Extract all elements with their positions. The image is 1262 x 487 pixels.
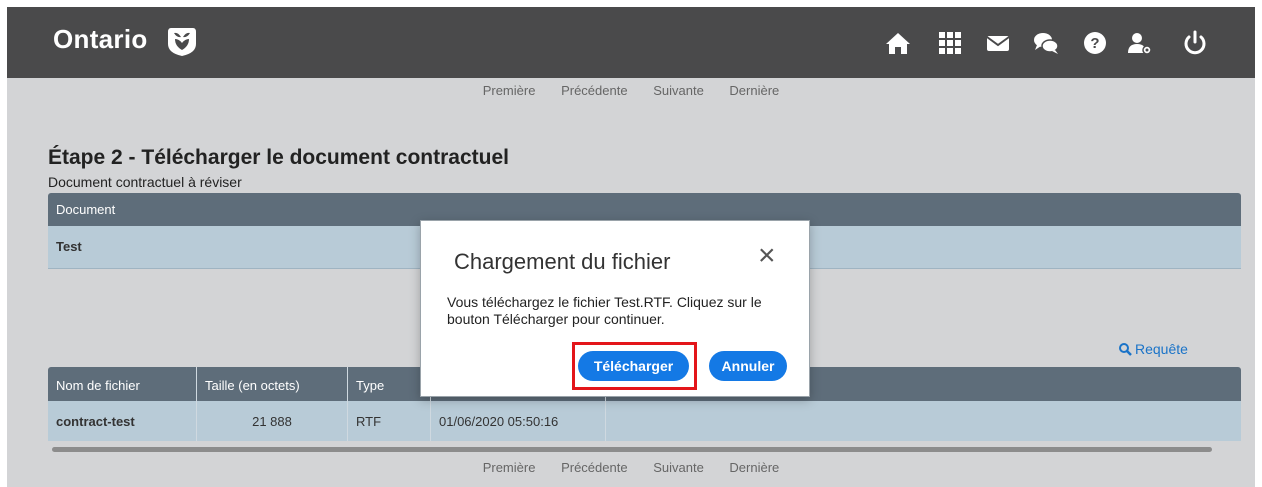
pager-first[interactable]: Première <box>483 83 536 98</box>
upload-button[interactable]: Télécharger <box>578 351 689 381</box>
apps-grid-icon[interactable] <box>936 29 964 57</box>
mail-icon[interactable] <box>984 29 1012 57</box>
upload-dialog: Chargement du fichier × Vous téléchargez… <box>420 220 810 397</box>
query-link[interactable]: Requête <box>1119 341 1188 357</box>
pager-first[interactable]: Première <box>483 460 536 475</box>
cancel-button[interactable]: Annuler <box>709 351 787 381</box>
page-title: Étape 2 - Télécharger le document contra… <box>48 146 509 169</box>
pager-last[interactable]: Dernière <box>729 83 779 98</box>
pager-previous[interactable]: Précédente <box>561 460 628 475</box>
pager-last[interactable]: Dernière <box>729 460 779 475</box>
power-icon[interactable] <box>1181 29 1209 57</box>
file-size: 21 888 <box>197 401 348 441</box>
file-name: contract-test <box>48 401 197 441</box>
pager-previous[interactable]: Précédente <box>561 83 628 98</box>
close-icon[interactable]: × <box>758 241 776 271</box>
pager-next[interactable]: Suivante <box>653 460 704 475</box>
dialog-message: Vous téléchargez le fichier Test.RTF. Cl… <box>447 294 762 327</box>
chat-icon[interactable] <box>1032 29 1060 57</box>
user-settings-icon[interactable] <box>1126 29 1154 57</box>
help-icon[interactable]: ? <box>1081 29 1109 57</box>
pager-top: Première Précédente Suivante Dernière <box>7 83 1255 98</box>
file-date: 01/06/2020 05:50:16 <box>431 401 606 441</box>
trillium-logo-icon <box>168 28 196 56</box>
top-bar: Ontario ? <box>7 7 1255 78</box>
page-subtitle: Document contractuel à réviser <box>48 174 242 190</box>
column-header-size[interactable]: Taille (en octets) <box>197 367 348 401</box>
search-icon <box>1119 343 1132 356</box>
pager-next[interactable]: Suivante <box>653 83 704 98</box>
brand-name: Ontario <box>53 24 148 54</box>
pager-bottom: Première Précédente Suivante Dernière <box>7 460 1255 475</box>
horizontal-scrollbar[interactable] <box>52 447 1212 452</box>
app-window: Ontario ? Première Précédente Suivante D… <box>7 7 1255 487</box>
table-row[interactable]: contract-test 21 888 RTF 01/06/2020 05:5… <box>48 401 1241 441</box>
query-label: Requête <box>1135 341 1188 357</box>
column-header-type[interactable]: Type <box>348 367 431 401</box>
home-icon[interactable] <box>884 29 912 57</box>
dialog-title: Chargement du fichier <box>454 249 671 274</box>
svg-text:?: ? <box>1090 35 1099 52</box>
file-type: RTF <box>348 401 431 441</box>
column-header-filename[interactable]: Nom de fichier <box>48 367 197 401</box>
